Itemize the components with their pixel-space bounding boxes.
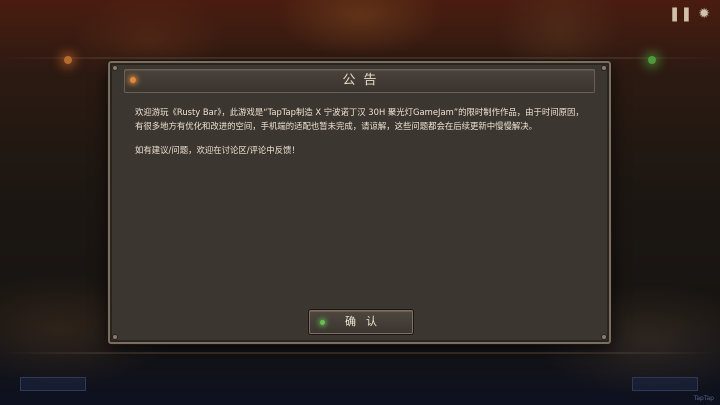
announcement-paragraph: 欢迎游玩《Rusty Bar》，此游戏是“TapTap制造 X 宁波诺丁汉 30… xyxy=(135,107,584,131)
dialog-title-bar: 公告 xyxy=(124,69,595,93)
dialog-title: 公告 xyxy=(342,73,385,88)
confirm-button-label: 确认 xyxy=(345,315,387,328)
bottom-left-button[interactable] xyxy=(20,377,86,391)
watermark: TapTap xyxy=(693,395,714,402)
rivet-icon xyxy=(113,66,117,70)
green-lamp-icon xyxy=(648,56,656,64)
announcement-dialog: 公告 欢迎游玩《Rusty Bar》，此游戏是“TapTap制造 X 宁波诺丁汉… xyxy=(108,61,611,344)
confirm-button[interactable]: 确认 xyxy=(309,310,413,334)
rivet-icon xyxy=(602,66,606,70)
pause-icon[interactable]: ❚❚ xyxy=(669,6,692,22)
rivet-icon xyxy=(113,335,117,339)
top-right-controls: ❚❚ ✹ xyxy=(669,6,710,22)
background-rail-bottom xyxy=(0,352,720,354)
announcement-paragraph: 如有建议/问题，欢迎在讨论区/评论中反馈！ xyxy=(135,145,300,155)
bottom-right-button[interactable] xyxy=(632,377,698,391)
orange-lamp-icon xyxy=(64,56,72,64)
announcement-body: 欢迎游玩《Rusty Bar》，此游戏是“TapTap制造 X 宁波诺丁汉 30… xyxy=(135,105,587,167)
rivet-icon xyxy=(602,335,606,339)
gear-icon[interactable]: ✹ xyxy=(698,6,710,22)
background-rail-top xyxy=(0,57,720,59)
